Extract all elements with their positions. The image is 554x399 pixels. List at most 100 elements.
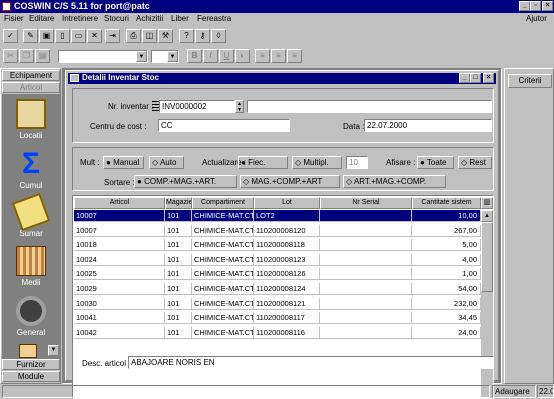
copy-icon[interactable]: ❐ — [19, 49, 34, 63]
centru-cost-field[interactable]: CC — [158, 119, 290, 132]
table-cell[interactable]: 10024 — [74, 253, 165, 266]
column-header-compartiment[interactable]: Compartiment — [192, 197, 254, 209]
menu-liber[interactable]: Liber — [171, 14, 189, 23]
sort-comp-mag-art-radio[interactable]: ● COMP.+MAG.+ART. — [134, 175, 237, 188]
vertical-scrollbar[interactable]: ▲ ▼ — [481, 210, 493, 399]
nav-item-cumul[interactable]: Σ Cumul — [5, 149, 57, 191]
table-cell[interactable]: 110200008124 — [254, 283, 320, 295]
table-cell[interactable] — [320, 312, 412, 325]
table-cell[interactable]: 101 — [165, 224, 192, 237]
menu-editare[interactable]: Editare — [29, 14, 54, 23]
table-cell[interactable]: 10042 — [74, 326, 165, 339]
desc-articol-field[interactable]: ABAJOARE NORIS EN — [128, 356, 494, 369]
key-icon[interactable]: ⚷ — [195, 29, 210, 43]
table-cell[interactable]: 5,00 — [412, 239, 481, 252]
table-row[interactable]: 10018 101 CHIMICE-MAT.CT 110200008118 5,00 — [74, 239, 481, 252]
scroll-up-icon[interactable]: ▲ — [481, 210, 493, 222]
table-row[interactable]: 10007 101 CHIMICE-MAT.CT 110200008120 267,00 — [74, 224, 481, 237]
table-cell[interactable]: 101 — [165, 239, 192, 252]
fiec-radio[interactable]: ● Fiec. — [238, 156, 288, 169]
column-chooser-icon[interactable]: ▥ — [481, 197, 493, 209]
column-header-articol[interactable]: Articol — [74, 197, 165, 209]
nr-inventar-field[interactable]: INV0000002 — [159, 100, 235, 113]
table-cell[interactable]: 1,00 — [412, 268, 481, 281]
menu-ajutor[interactable]: Ajutor — [526, 14, 547, 23]
column-header-nr-serial[interactable]: Nr Serial — [320, 197, 412, 209]
align-left-icon[interactable]: ≡ — [255, 49, 270, 63]
menu-fereastra[interactable]: Fereastra — [197, 14, 231, 23]
inventar-description-field[interactable] — [247, 100, 492, 113]
window-maximize-button[interactable]: □ — [470, 73, 481, 83]
table-cell[interactable]: CHIMICE-MAT.CT — [192, 253, 254, 266]
align-right-icon[interactable]: ≡ — [287, 49, 302, 63]
table-cell[interactable] — [320, 210, 412, 222]
table-cell[interactable]: 10029 — [74, 283, 165, 295]
nav-item-medii[interactable]: Medii — [5, 246, 57, 287]
nav-header-furnizor[interactable]: Furnizor — [2, 359, 60, 370]
nav-item-sumar[interactable]: Sumar — [5, 192, 57, 238]
sort-mag-comp-art-radio[interactable]: ◇ MAG.+COMP.+ART — [240, 175, 340, 188]
table-cell[interactable]: 101 — [165, 253, 192, 266]
table-cell[interactable]: 10041 — [74, 312, 165, 325]
table-row[interactable]: 10041 101 CHIMICE-MAT.CT 110200008117 34,45 — [74, 312, 481, 325]
table-cell[interactable]: 232,00 — [412, 297, 481, 310]
table-cell[interactable]: 10007 — [74, 210, 165, 222]
table-cell[interactable]: CHIMICE-MAT.CT — [192, 312, 254, 325]
table-cell[interactable]: CHIMICE-MAT.CT — [192, 210, 254, 222]
table-cell[interactable]: CHIMICE-MAT.CT — [192, 224, 254, 237]
size-combo[interactable]: ▼ — [151, 50, 179, 63]
auto-radio[interactable]: ◇ Auto — [149, 156, 184, 169]
table-cell[interactable]: 101 — [165, 268, 192, 281]
table-row[interactable]: 10029 101 CHIMICE-MAT.CT 110200008124 54,00 — [74, 283, 481, 295]
table-cell[interactable] — [320, 283, 412, 295]
nav-header-module[interactable]: Module — [2, 371, 60, 382]
menu-fisier[interactable]: Fisier — [4, 14, 24, 23]
edit-icon[interactable]: ✎ — [23, 29, 38, 43]
nav-header-echipament[interactable]: Echipament — [2, 70, 60, 81]
table-cell[interactable]: 110200008120 — [254, 224, 320, 237]
table-cell[interactable]: 10030 — [74, 297, 165, 310]
align-center-icon[interactable]: ≡ — [271, 49, 286, 63]
close-button[interactable]: × — [542, 1, 553, 11]
table-cell[interactable]: 101 — [165, 312, 192, 325]
column-header-lot[interactable]: Lot — [254, 197, 320, 209]
table-cell[interactable]: 101 — [165, 210, 192, 222]
menu-achizitii[interactable]: Achizitii — [136, 14, 163, 23]
tools-icon[interactable]: ⚒ — [158, 29, 173, 43]
rest-radio[interactable]: ◇ Rest — [458, 156, 492, 169]
delete-icon[interactable]: ✕ — [87, 29, 102, 43]
color-icon[interactable]: ◐ — [235, 49, 250, 63]
help-icon[interactable]: ? — [179, 29, 194, 43]
table-cell[interactable]: CHIMICE-MAT.CT — [192, 283, 254, 295]
print-icon[interactable]: ⎙ — [126, 29, 141, 43]
eraser-icon[interactable]: ◊ — [211, 29, 226, 43]
column-header-cantitate-sistem[interactable]: Cantitate sistem — [412, 197, 481, 209]
export-icon[interactable]: ⇥ — [105, 29, 120, 43]
table-cell[interactable] — [320, 297, 412, 310]
table-row[interactable]: 10030 101 CHIMICE-MAT.CT 110200008121 232,00 — [74, 297, 481, 310]
table-cell[interactable]: LOT2 — [254, 210, 320, 222]
window-close-button[interactable]: × — [483, 73, 494, 83]
table-cell[interactable]: 10025 — [74, 268, 165, 281]
scroll-thumb[interactable] — [481, 222, 493, 292]
cut-icon[interactable]: ✂ — [3, 49, 18, 63]
table-cell[interactable]: 10,00 — [412, 210, 481, 222]
table-cell[interactable]: 101 — [165, 283, 192, 295]
table-cell[interactable] — [320, 239, 412, 252]
date-field[interactable]: 22.07.2000 — [364, 119, 492, 132]
underline-icon[interactable]: U — [219, 49, 234, 63]
minimize-button[interactable]: _ — [519, 1, 530, 11]
table-cell[interactable]: 101 — [165, 326, 192, 339]
window-minimize-button[interactable]: _ — [459, 73, 470, 83]
open-icon[interactable]: ▭ — [71, 29, 86, 43]
nav-header-articol[interactable]: Articol — [2, 82, 60, 93]
table-cell[interactable] — [320, 253, 412, 266]
table-cell[interactable]: 110200008126 — [254, 268, 320, 281]
nav-item-general[interactable]: General — [5, 296, 57, 337]
table-row[interactable]: 10024 101 CHIMICE-MAT.CT 110200008123 4,00 — [74, 253, 481, 266]
criterii-button[interactable]: Criterii — [508, 74, 552, 88]
table-cell[interactable]: 267,00 — [412, 224, 481, 237]
manual-radio[interactable]: ● Manual — [103, 156, 144, 169]
bold-icon[interactable]: B — [187, 49, 202, 63]
menu-intretinere[interactable]: Intretinere — [62, 14, 98, 23]
